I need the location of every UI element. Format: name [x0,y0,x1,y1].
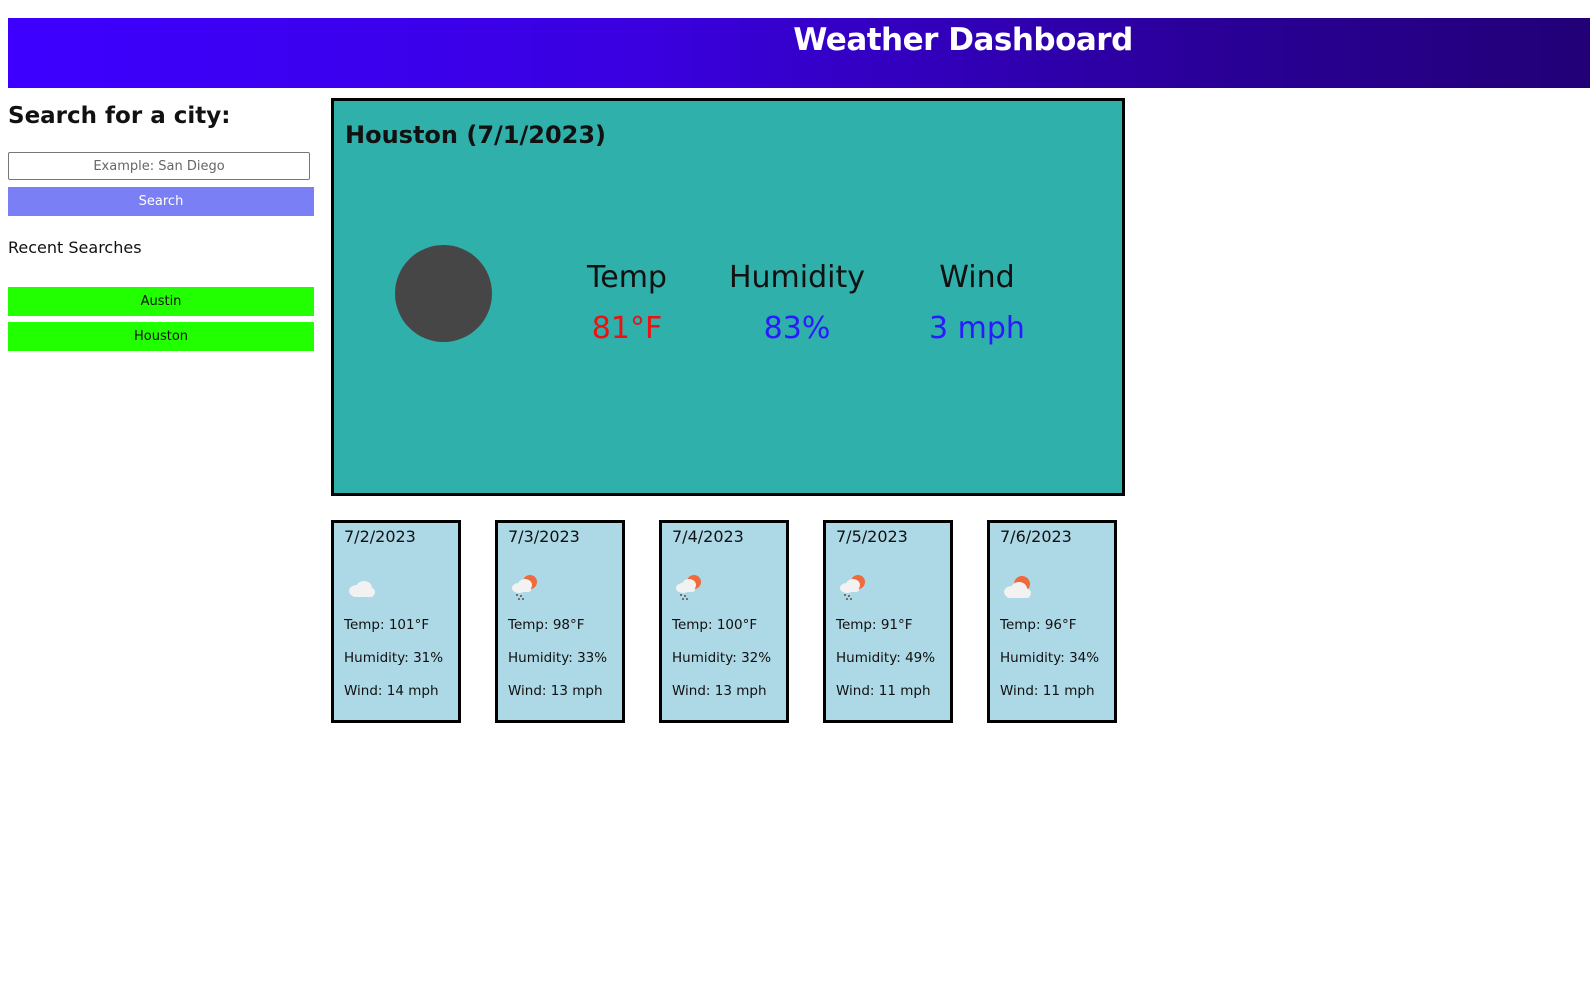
current-weather-card: Houston (7/1/2023) Temp 81°F Humidity 83… [331,98,1125,496]
search-button[interactable]: Search [8,187,314,216]
forecast-humidity: Humidity: 32% [672,650,772,666]
forecast-date: 7/6/2023 [1000,527,1072,546]
humidity-value: 83% [763,311,831,346]
wind-value: 3 mph [929,311,1025,346]
history-button-houston[interactable]: Houston [8,322,314,351]
search-heading: Search for a city: [8,103,231,129]
recent-searches-heading: Recent Searches [8,238,142,257]
sun-rain-cloud-icon [512,575,537,600]
forecast-temp: Temp: 100°F [672,617,758,633]
cloud-icon [349,581,375,597]
forecast-card: 7/5/2023 Temp: 91°F Humidity: 49% Wind: … [823,520,953,723]
forecast-temp: Temp: 91°F [836,617,913,633]
page-title: Weather Dashboard [793,22,1133,58]
forecast-wind: Wind: 14 mph [344,683,439,699]
history-button-austin[interactable]: Austin [8,287,314,316]
five-day-forecast: 7/2/2023 Temp: 101°F Humidity: 31% Wind:… [331,520,1131,725]
forecast-humidity: Humidity: 33% [508,650,608,666]
forecast-card: 7/6/2023 Temp: 96°F Humidity: 34% Wind: … [987,520,1117,723]
city-search-input[interactable] [8,152,310,180]
forecast-wind: Wind: 11 mph [1000,683,1095,699]
forecast-wind: Wind: 13 mph [508,683,603,699]
forecast-humidity: Humidity: 34% [1000,650,1100,666]
sidebar: Search for a city: Search Recent Searche… [8,98,314,351]
forecast-card: 7/4/2023 Temp: 100°F Humidity: 32% Wind:… [659,520,789,723]
forecast-date: 7/3/2023 [508,527,580,546]
forecast-humidity: Humidity: 31% [344,650,444,666]
forecast-wind: Wind: 11 mph [836,683,931,699]
forecast-card: 7/3/2023 Temp: 98°F Humidity: 33% Wind: … [495,520,625,723]
forecast-temp: Temp: 101°F [344,617,430,633]
current-humidity: Humidity 83% [697,259,897,351]
forecast-date: 7/5/2023 [836,527,908,546]
wind-label: Wind [939,260,1015,295]
forecast-temp: Temp: 96°F [1000,617,1077,633]
forecast-date: 7/2/2023 [344,527,416,546]
recent-searches-list: Austin Houston [8,287,314,357]
forecast-temp: Temp: 98°F [508,617,585,633]
forecast-card: 7/2/2023 Temp: 101°F Humidity: 31% Wind:… [331,520,461,723]
forecast-wind: Wind: 13 mph [672,683,767,699]
page-header: Weather Dashboard [8,18,1590,88]
weather-icon-placeholder [395,245,492,342]
sun-rain-cloud-icon [840,575,865,600]
current-wind: Wind 3 mph [877,259,1077,351]
forecast-humidity: Humidity: 49% [836,650,936,666]
forecast-date: 7/4/2023 [672,527,744,546]
sun-cloud-icon [1004,576,1031,598]
sun-rain-cloud-icon [676,575,701,600]
current-city-date: Houston (7/1/2023) [345,121,607,149]
humidity-label: Humidity [728,260,866,295]
